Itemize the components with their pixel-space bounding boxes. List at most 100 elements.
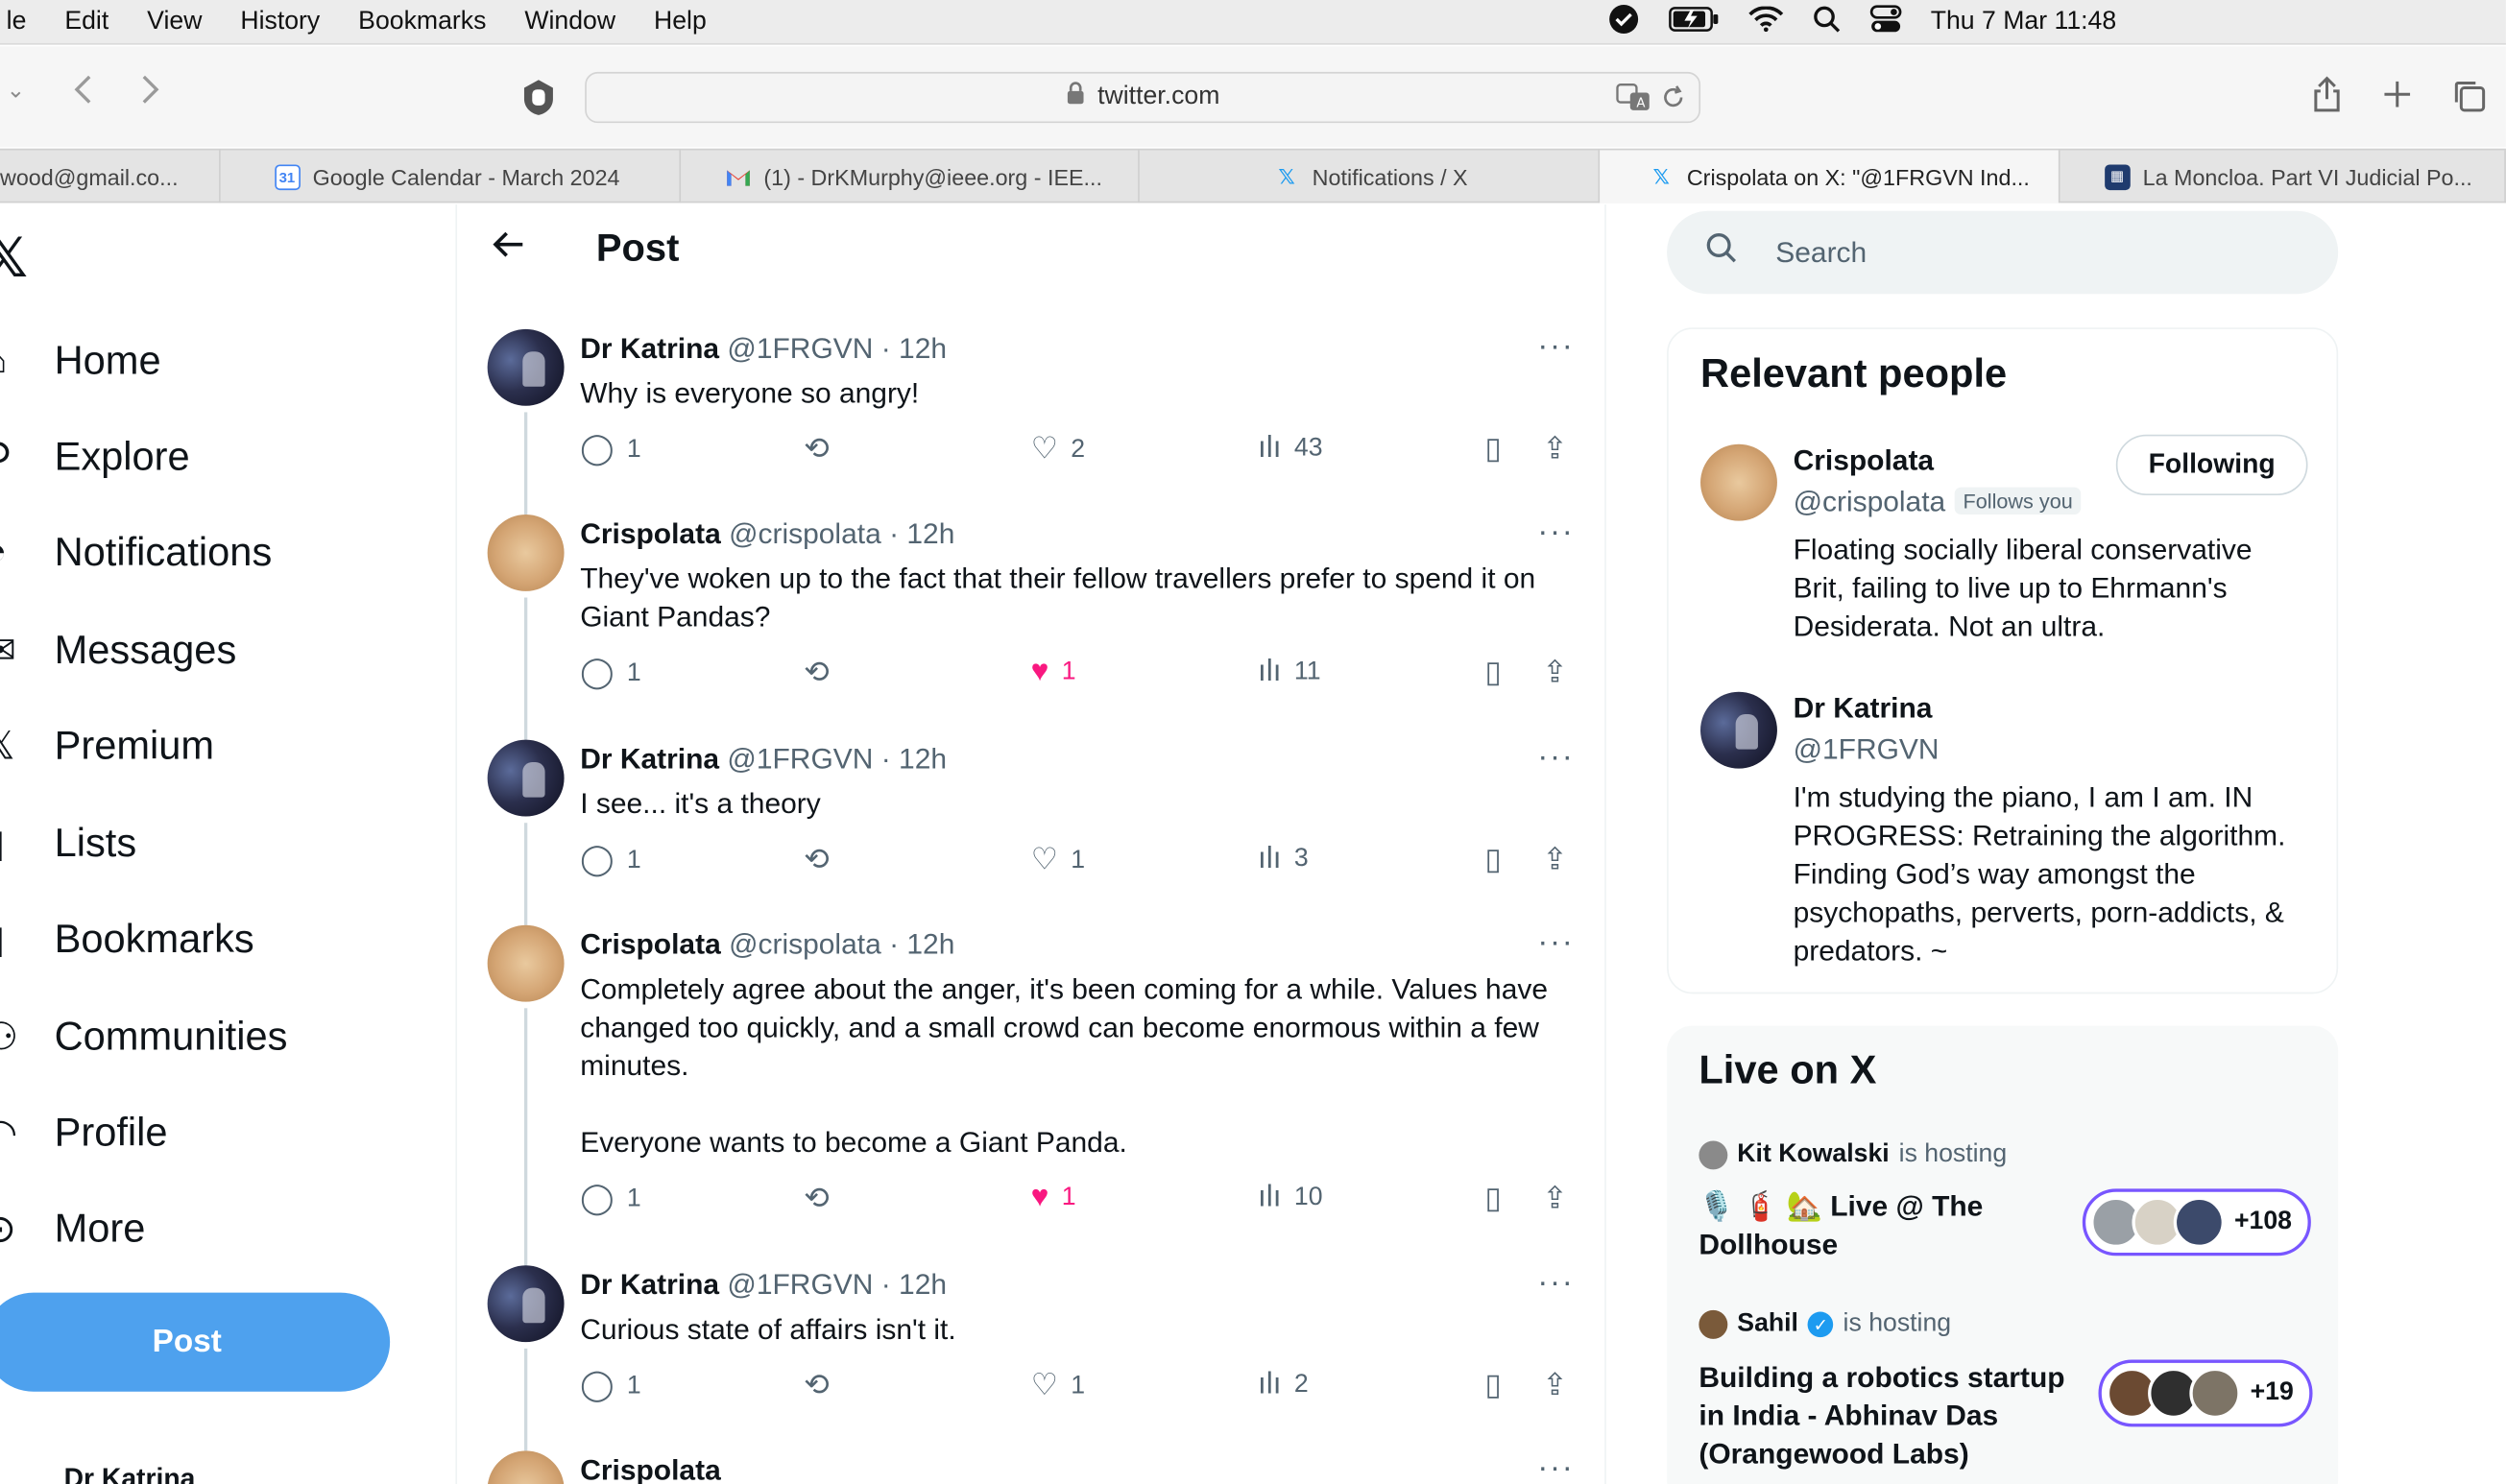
repost-button[interactable]: ⟲ [804,1181,830,1217]
reply-button[interactable]: ◯ 1 [580,655,641,691]
like-button[interactable]: ♥ 1 [1031,655,1076,690]
wifi-icon[interactable] [1748,5,1784,39]
repost-button[interactable]: ⟲ [804,1368,830,1404]
author-name[interactable]: Crispolata [580,1454,721,1484]
nav-notifications[interactable]: ◔ Notifications [0,513,272,592]
like-button[interactable]: ♡ 1 [1031,1368,1086,1404]
author-name[interactable]: Dr Katrina [580,743,719,775]
views-button[interactable]: ılı 11 [1258,655,1321,690]
more-dots-icon[interactable]: ··· [1537,515,1574,551]
share-button[interactable]: ⇪ [1542,842,1568,878]
person-name[interactable]: Crispolata [1794,444,1935,478]
nav-communities[interactable]: ⚇ Communities [0,997,287,1077]
post-button[interactable]: Post [0,1292,391,1392]
nav-premium[interactable]: 𝕏 Premium [0,706,214,786]
tweet[interactable]: Crispolata @crispolata · 12h ··· They've… [459,514,1604,740]
tweet-time[interactable]: · 12h [889,517,954,549]
views-button[interactable]: ılı 10 [1258,1181,1323,1216]
views-button[interactable]: ılı 2 [1258,1368,1309,1403]
tweet[interactable]: Crispolata @crispolata · 12h ··· Complet… [459,924,1604,1266]
author-handle[interactable]: @1FRGVN [727,1269,873,1301]
more-dots-icon[interactable]: ··· [1537,1450,1574,1484]
following-button[interactable]: Following [2115,434,2308,495]
like-button[interactable]: ♥ 1 [1031,1181,1076,1216]
menu-edit[interactable]: Edit [45,7,128,36]
bookmark-button[interactable]: ▯ [1484,1181,1501,1217]
tab-crispolata[interactable]: 𝕏 Crispolata on X: "@1FRGVN Ind... [1600,150,2060,203]
back-arrow-icon[interactable] [491,227,526,272]
search-input[interactable]: Search [1667,210,2339,295]
avatar[interactable] [1700,691,1777,769]
more-dots-icon[interactable]: ··· [1537,1265,1574,1302]
more-dots-icon[interactable]: ··· [1537,925,1574,962]
nav-home[interactable]: ⌂ Home [0,322,161,401]
author-handle[interactable]: @1FRGVN [727,332,873,364]
views-button[interactable]: ılı 3 [1258,842,1309,877]
relevant-person[interactable]: Dr Katrina @1FRGVN I'm studying the pian… [1700,691,2308,971]
reload-icon[interactable] [1660,84,1686,120]
tweet[interactable]: Dr Katrina @1FRGVN · 12h ··· Curious sta… [459,1265,1604,1451]
privacy-hand-icon[interactable] [519,79,558,127]
nav-explore[interactable]: ⚲ Explore [0,417,190,496]
avatar[interactable] [487,328,565,406]
tweet[interactable]: Dr Katrina @1FRGVN · 12h ··· I see... it… [459,739,1604,925]
space-host[interactable]: Kit Kowalski is hosting [1699,1140,2007,1170]
tab-overview-icon[interactable] [2451,79,2487,124]
space-title[interactable]: Building a robotics startup in India - A… [1699,1358,2082,1473]
avatar[interactable] [487,1265,565,1343]
share-button[interactable]: ⇪ [1542,431,1568,467]
forward-nav-icon[interactable] [137,72,163,117]
repost-button[interactable]: ⟲ [804,431,830,467]
battery-icon[interactable] [1669,6,1720,39]
spotlight-search-icon[interactable] [1813,4,1842,40]
avatar[interactable] [487,1450,565,1484]
checkmark-shield-icon[interactable] [1607,2,1639,42]
space-listeners-pill[interactable]: +19 [2098,1359,2313,1427]
avatar[interactable] [487,739,565,817]
author-name[interactable]: Dr Katrina [580,1269,719,1301]
relevant-person[interactable]: Crispolata @crispolata Follows you Follow… [1700,434,2308,652]
tab-gmail-personal[interactable]: wood@gmail.co... [0,150,221,203]
reply-button[interactable]: ◯ 1 [580,1181,641,1217]
menu-history[interactable]: History [221,7,339,36]
tweet-time[interactable]: · 12h [881,332,947,364]
more-dots-icon[interactable]: ··· [1537,740,1574,777]
author-name[interactable]: Dr Katrina [580,332,719,364]
tab-google-calendar[interactable]: 31 Google Calendar - March 2024 [220,150,681,203]
tweet[interactable]: Crispolata ··· [459,1450,1604,1484]
repost-button[interactable]: ⟲ [804,655,830,691]
author-handle[interactable]: @crispolata [729,517,881,549]
avatar[interactable] [487,924,565,1002]
menu-clock[interactable]: Thu 7 Mar 11:48 [1931,8,2116,36]
space-listeners-pill[interactable]: +108 [2082,1188,2311,1257]
back-nav-icon[interactable] [70,72,96,117]
person-handle[interactable]: @crispolata Follows you [1794,486,2082,519]
address-bar[interactable]: twitter.com A [585,71,1701,124]
like-button[interactable]: ♡ 2 [1031,431,1086,467]
tab-la-moncloa[interactable]: ▦ La Moncloa. Part VI Judicial Po... [2060,150,2506,203]
nav-lists[interactable]: ▯ Lists [0,803,136,883]
tab-notifications-x[interactable]: 𝕏 Notifications / X [1140,150,1601,203]
bookmark-button[interactable]: ▯ [1484,431,1501,467]
tweet-time[interactable]: · 12h [881,1269,947,1301]
views-button[interactable]: ılı 43 [1258,431,1323,467]
menu-help[interactable]: Help [635,7,726,36]
person-handle[interactable]: @1FRGVN [1794,733,1940,767]
author-handle[interactable]: @1FRGVN [727,743,873,775]
space-title[interactable]: 🎙️ 🧯 🏡 Live @ The Dollhouse [1699,1187,2082,1264]
bookmark-button[interactable]: ▯ [1484,842,1501,878]
share-button[interactable]: ⇪ [1542,655,1568,691]
author-handle[interactable]: @crispolata [729,928,881,960]
menu-safari[interactable]: le [0,7,45,36]
nav-bookmarks[interactable]: ▯ Bookmarks [0,899,254,979]
tab-gmail-ieee[interactable]: (1) - DrKMurphy@ieee.org - IEE... [681,150,1140,203]
nav-more[interactable]: ⊙ More [0,1188,145,1268]
share-button[interactable]: ⇪ [1542,1368,1568,1404]
tweet-time[interactable]: · 12h [881,743,947,775]
nav-messages[interactable]: ✉ Messages [0,610,236,690]
tweet-time[interactable]: · 12h [889,928,954,960]
bookmark-button[interactable]: ▯ [1484,655,1501,691]
author-name[interactable]: Crispolata [580,517,721,549]
x-logo-icon[interactable]: 𝕏 [0,227,28,291]
share-button[interactable]: ⇪ [1542,1181,1568,1217]
